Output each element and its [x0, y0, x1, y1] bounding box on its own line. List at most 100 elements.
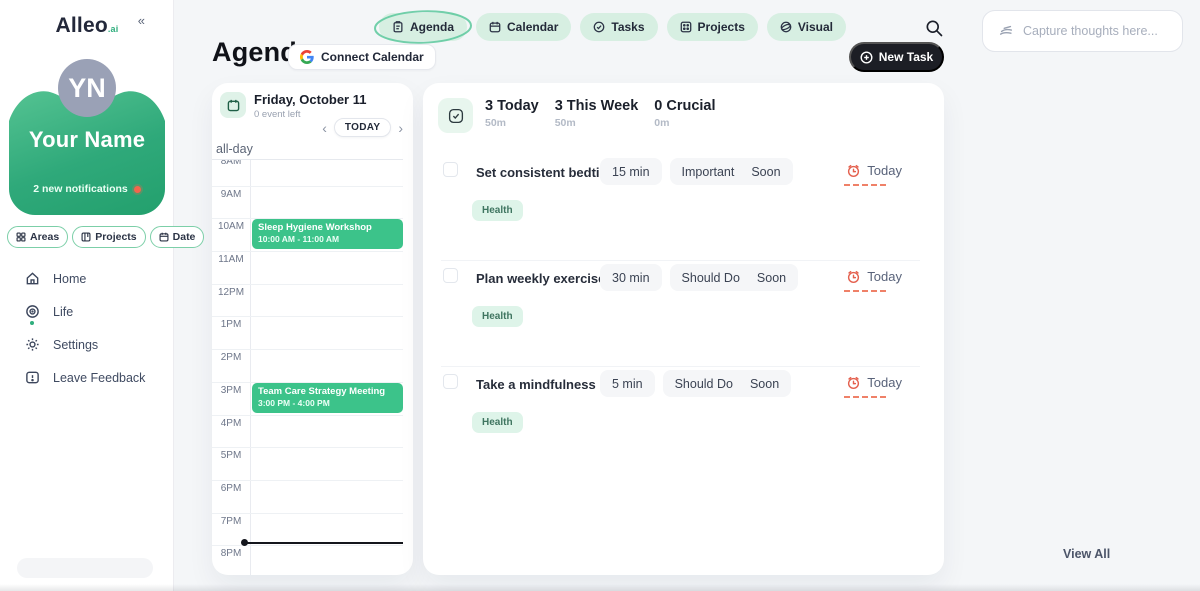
- sidebar-filter-label: Date: [173, 231, 196, 243]
- task-schedule[interactable]: Today: [846, 375, 902, 390]
- main-tab-label: Calendar: [507, 20, 558, 34]
- task-row: Plan weekly exercise routine 30 min Shou…: [423, 261, 944, 367]
- task-pills: 15 min Important Soon: [600, 158, 793, 185]
- task-duration-pill[interactable]: 15 min: [600, 158, 662, 185]
- task-tag-health[interactable]: Health: [472, 200, 523, 221]
- feedback-icon: [25, 370, 40, 385]
- search-icon[interactable]: [924, 18, 946, 40]
- stat-column: 3 Today 50m: [485, 98, 539, 129]
- main-tab-label: Visual: [798, 20, 833, 34]
- task-row: Take a mindfulness break 5 min Should Do…: [423, 367, 944, 473]
- hour-rows: 8AM 9AM 10AM 11AM 12PM 1PM 2PM: [212, 153, 413, 575]
- sidebar-filter-pill[interactable]: Projects: [72, 226, 145, 248]
- app-logo-suffix: .ai: [108, 24, 119, 34]
- stat-label: 3 Today: [485, 98, 539, 114]
- capture-thoughts-input[interactable]: [1023, 24, 1173, 38]
- stat-column: 0 Crucial 0m: [654, 98, 715, 129]
- agenda-day-panel: Friday, October 11 0 event left ‹ TODAY …: [212, 83, 413, 575]
- hour-label: 7PM: [212, 514, 250, 527]
- task-priority-pill[interactable]: Important Soon: [670, 158, 793, 185]
- notifications-row[interactable]: 2 new notifications: [9, 183, 165, 195]
- event-time: 3:00 PM - 4:00 PM: [258, 398, 397, 408]
- main-tab-label: Tasks: [611, 20, 644, 34]
- main-tab[interactable]: Agenda: [379, 13, 467, 41]
- view-all-link[interactable]: View All: [1063, 547, 1110, 561]
- task-schedule[interactable]: Today: [846, 163, 902, 178]
- event-title: Team Care Strategy Meeting: [258, 386, 397, 397]
- date-calendar-icon: [159, 232, 169, 242]
- task-checkbox[interactable]: [443, 268, 458, 283]
- task-urgency-label: Soon: [750, 377, 779, 391]
- task-urgency-label: Soon: [751, 165, 780, 179]
- notification-dot: [134, 186, 141, 193]
- event-time: 10:00 AM - 11:00 AM: [258, 234, 397, 244]
- calendar-event[interactable]: Sleep Hygiene Workshop 10:00 AM - 11:00 …: [252, 219, 403, 249]
- events-layer: Sleep Hygiene Workshop 10:00 AM - 11:00 …: [251, 153, 403, 575]
- sidebar-collapse-icon[interactable]: «: [138, 13, 145, 28]
- app-window: Alleo.ai « Your Name 2 new notifications…: [0, 0, 1200, 591]
- next-day-icon[interactable]: ›: [398, 121, 403, 135]
- stat-label: 3 This Week: [555, 98, 639, 114]
- current-time-indicator: [245, 542, 403, 544]
- calendar-icon: [489, 21, 501, 33]
- sidebar-nav-item[interactable]: Life: [0, 295, 174, 328]
- hour-label: 12PM: [212, 285, 250, 298]
- pomodoro-timer-icon: [846, 375, 861, 390]
- task-title[interactable]: Set consistent bedtime: [476, 165, 618, 180]
- hour-label: 3PM: [212, 383, 250, 396]
- hour-label: 2PM: [212, 350, 250, 363]
- sidebar-nav-item[interactable]: Home: [0, 262, 174, 295]
- hour-label: 10AM: [212, 219, 250, 232]
- day-panel-events-left: 0 event left: [254, 109, 300, 120]
- pomodoro-timer-icon: [846, 269, 861, 284]
- task-tag-health[interactable]: Health: [472, 306, 523, 327]
- task-schedule-label: Today: [867, 163, 902, 178]
- sidebar-filter-row: Areas Projects Date: [7, 226, 204, 248]
- main-tabs: Agenda Calendar Tasks: [379, 13, 846, 41]
- sidebar-filter-pill[interactable]: Date: [150, 226, 205, 248]
- day-panel-date: Friday, October 11: [254, 92, 366, 107]
- window-bottom-shadow: [0, 584, 1200, 591]
- task-priority-pill[interactable]: Should Do Soon: [670, 264, 799, 291]
- app-logo-text: Alleo: [56, 14, 108, 37]
- all-day-label: all-day: [216, 142, 253, 156]
- hour-label: 9AM: [212, 187, 250, 200]
- prev-day-icon[interactable]: ‹: [322, 121, 327, 135]
- main-tab[interactable]: Visual: [767, 13, 846, 41]
- task-tag-health[interactable]: Health: [472, 412, 523, 433]
- sidebar-nav-item[interactable]: Settings: [0, 328, 174, 361]
- stats-columns: 3 Today 50m 3 This Week 50m 0 Crucial 0m: [473, 98, 716, 129]
- avatar[interactable]: YN: [58, 59, 116, 117]
- home-icon: [25, 271, 40, 286]
- task-pills: 30 min Should Do Soon: [600, 264, 798, 291]
- pomodoro-timer-icon: [846, 163, 861, 178]
- task-stats: 3 Today 50m 3 This Week 50m 0 Crucial 0m: [438, 98, 716, 133]
- sidebar-nav-label: Life: [53, 305, 73, 319]
- app-logo: Alleo.ai: [0, 14, 174, 38]
- new-task-button[interactable]: New Task: [849, 42, 944, 72]
- today-button[interactable]: TODAY: [334, 118, 391, 137]
- main-tab[interactable]: Projects: [667, 13, 758, 41]
- task-duration-pill[interactable]: 5 min: [600, 370, 655, 397]
- sidebar-filter-pill[interactable]: Areas: [7, 226, 68, 248]
- sidebar-nav-label: Leave Feedback: [53, 371, 145, 385]
- task-duration-pill[interactable]: 30 min: [600, 264, 662, 291]
- main-tab[interactable]: Calendar: [476, 13, 571, 41]
- new-task-label: New Task: [879, 50, 933, 64]
- agenda-icon: [392, 21, 404, 33]
- capture-thoughts-box[interactable]: [982, 10, 1183, 52]
- task-checkbox[interactable]: [443, 162, 458, 177]
- notifications-label: 2 new notifications: [33, 183, 128, 195]
- hour-label: 5PM: [212, 448, 250, 461]
- calendar-event[interactable]: Team Care Strategy Meeting 3:00 PM - 4:0…: [252, 383, 403, 413]
- connect-calendar-button[interactable]: Connect Calendar: [288, 44, 436, 70]
- sidebar-footer-placeholder: [17, 558, 153, 578]
- sidebar-nav-label: Home: [53, 272, 86, 286]
- projects-icon: [680, 21, 692, 33]
- task-schedule[interactable]: Today: [846, 269, 902, 284]
- task-checkbox[interactable]: [443, 374, 458, 389]
- main-tab[interactable]: Tasks: [580, 13, 657, 41]
- task-priority-pill[interactable]: Should Do Soon: [663, 370, 792, 397]
- sidebar-nav-item[interactable]: Leave Feedback: [0, 361, 174, 394]
- sidebar: Alleo.ai « Your Name 2 new notifications…: [0, 0, 174, 591]
